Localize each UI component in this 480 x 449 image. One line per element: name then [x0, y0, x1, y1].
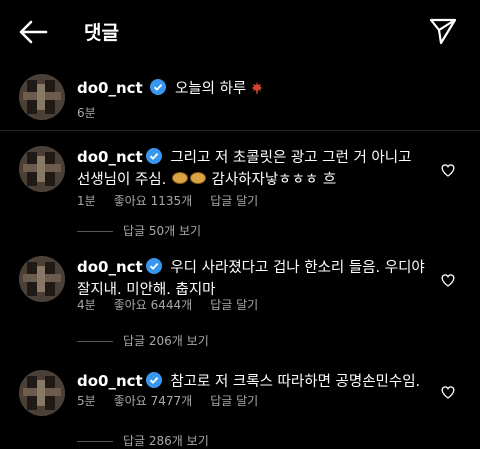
heart-icon[interactable]	[440, 162, 456, 178]
comment-meta: 4분 좋아요 6444개 답글 달기	[77, 296, 276, 313]
verified-badge-icon	[145, 148, 162, 164]
view-replies-button[interactable]: 답글 50개 보기	[77, 222, 201, 239]
view-replies-label: 답글 286개 보기	[123, 434, 209, 448]
avatar[interactable]	[19, 370, 65, 416]
comment-meta: 5분 좋아요 7477개 답글 달기	[77, 392, 276, 409]
reply-button[interactable]: 답글 달기	[210, 194, 258, 208]
reply-button[interactable]: 답글 달기	[210, 394, 258, 408]
avatar[interactable]	[19, 256, 65, 302]
likes-count[interactable]: 좋아요 6444개	[114, 298, 193, 312]
send-icon[interactable]	[428, 16, 458, 46]
caption-time: 6분	[77, 106, 96, 120]
divider-line	[77, 341, 113, 342]
view-replies-button[interactable]: 답글 206개 보기	[77, 332, 209, 349]
likes-count[interactable]: 좋아요 1135개	[114, 194, 193, 208]
post-caption: do0_nct 오늘의 하루 6분	[0, 70, 480, 131]
caption-text: 오늘의 하루	[174, 81, 247, 97]
back-arrow-icon[interactable]	[18, 18, 48, 46]
view-replies-button[interactable]: 답글 286개 보기	[77, 432, 209, 449]
avatar[interactable]	[19, 146, 65, 192]
divider-line	[77, 441, 113, 442]
maple-leaf-icon	[250, 82, 263, 94]
comment-text-continued: 감사하자낳ㅎㅎㅎ 흐	[211, 172, 337, 188]
view-replies-label: 답글 206개 보기	[123, 334, 209, 348]
potato-emoji-icon	[189, 172, 206, 184]
avatar-image	[19, 74, 65, 120]
reply-button[interactable]: 답글 달기	[210, 298, 258, 312]
potato-emoji-icon	[171, 172, 188, 184]
comment-time: 1분	[77, 194, 96, 208]
divider-line	[77, 231, 113, 232]
verified-badge-icon	[150, 79, 167, 95]
comment-time: 5분	[77, 394, 96, 408]
comment-body: do0_nct 우디 사라졌다고 겁나 한소리 들음. 우디야 잘지내. 미안해…	[77, 256, 427, 301]
page-title: 댓글	[84, 22, 119, 44]
top-bar: 댓글	[0, 0, 480, 62]
username[interactable]: do0_nct	[77, 79, 143, 97]
avatar-image	[19, 256, 65, 302]
heart-icon[interactable]	[440, 272, 456, 288]
likes-count[interactable]: 좋아요 7477개	[114, 394, 193, 408]
comment-time: 4분	[77, 298, 96, 312]
view-replies-label: 답글 50개 보기	[123, 224, 202, 238]
caption-line: do0_nct 오늘의 하루	[77, 77, 263, 100]
verified-badge-icon	[145, 372, 162, 388]
verified-badge-icon	[145, 258, 162, 274]
avatar-image	[19, 370, 65, 416]
comment-body: do0_nct 그리고 저 초콜릿은 광고 그런 거 아니고 선생님이 주심. …	[77, 146, 427, 191]
heart-icon[interactable]	[440, 384, 456, 400]
avatar-image	[19, 146, 65, 192]
avatar[interactable]	[19, 74, 65, 120]
comment-body: do0_nct 참고로 저 크록스 따라하면 공명손민수임.	[77, 370, 427, 393]
username[interactable]: do0_nct	[77, 258, 143, 276]
username[interactable]: do0_nct	[77, 148, 143, 166]
username[interactable]: do0_nct	[77, 372, 143, 390]
comment-meta: 1분 좋아요 1135개 답글 달기	[77, 192, 276, 209]
comment-text: 참고로 저 크록스 따라하면 공명손민수임.	[170, 374, 421, 390]
